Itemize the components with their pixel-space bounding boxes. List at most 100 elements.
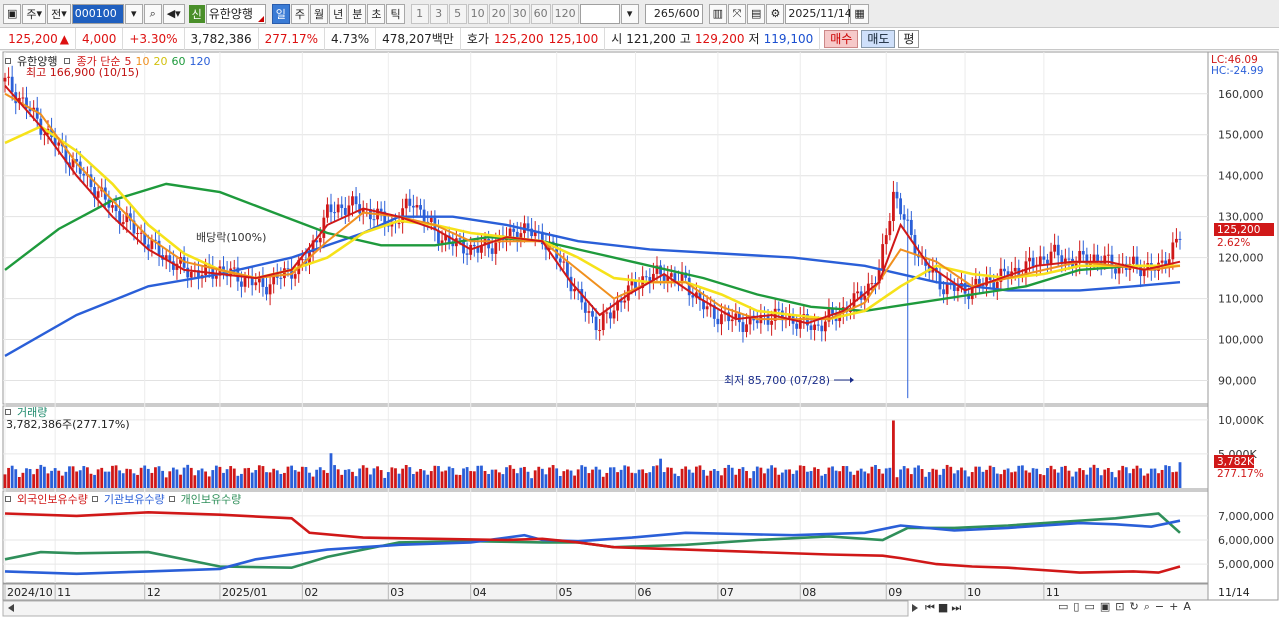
candle-body	[755, 320, 759, 324]
window-icon[interactable]: ▣	[3, 3, 22, 24]
calendar-icon[interactable]: ▦	[850, 3, 869, 24]
tile-icon[interactable]: ▣	[1100, 600, 1110, 614]
gear-icon[interactable]: ⚙	[766, 3, 785, 24]
x-tick-label: 11	[57, 586, 71, 599]
volume-bar	[211, 470, 215, 488]
minute-30[interactable]: 30	[509, 3, 530, 24]
institution-legend-box-icon[interactable]	[91, 496, 98, 502]
volume-bar	[766, 468, 770, 488]
code-dropdown-icon[interactable]: ▾	[124, 3, 143, 24]
candle-body	[605, 312, 609, 314]
volume-bar	[612, 467, 616, 488]
minute-5[interactable]: 5	[448, 3, 467, 24]
chart-area[interactable]: 160,000 150,000 140,000 130,000 120,000 110,0…	[0, 51, 1279, 621]
minute-dropdown-icon[interactable]: ▾	[620, 3, 639, 24]
cross-tool-icon[interactable]: ⤧	[727, 3, 746, 24]
volume-bar	[892, 420, 895, 488]
stop-icon[interactable]: ■	[938, 601, 948, 615]
volume-bar	[548, 467, 551, 488]
layout-icon[interactable]: ▭	[1058, 600, 1068, 614]
avg-button[interactable]: 평	[898, 29, 920, 48]
minute-120[interactable]: 120	[551, 3, 579, 24]
candle-icon[interactable]: ▥	[708, 3, 727, 24]
date-input[interactable]: 2025/11/14	[785, 3, 852, 24]
chart-svg[interactable]: 160,000 150,000 140,000 130,000 120,000 110,0…	[0, 51, 1279, 621]
volume-bar	[483, 470, 487, 488]
zoom-in-icon[interactable]: +	[1169, 600, 1178, 614]
candle-body	[1132, 256, 1135, 264]
price-panel[interactable]	[2, 51, 1209, 405]
stock-code-input[interactable]: 000100	[71, 3, 124, 24]
volume-bar	[290, 465, 293, 488]
zoom-icon[interactable]: ⌕	[1144, 600, 1150, 614]
ma-legend-box-icon[interactable]	[64, 58, 71, 64]
bid-value: 125,100	[548, 31, 599, 46]
tab-period-tick[interactable]: 틱	[386, 3, 405, 24]
main-tab[interactable]: 주 ▾	[22, 3, 47, 24]
minute-60[interactable]: 60	[530, 3, 551, 24]
minute-custom-input[interactable]	[579, 3, 620, 24]
split-icon[interactable]: ▯	[1073, 600, 1079, 614]
volume-bar	[17, 476, 21, 488]
price-legend-box-icon[interactable]	[5, 58, 11, 64]
candle-body	[336, 204, 340, 213]
low-label: 저	[748, 32, 760, 46]
volume-bar	[1071, 476, 1074, 488]
volume-bar	[189, 467, 193, 488]
volume-bar	[1017, 465, 1021, 488]
speaker-icon[interactable]: ◀▾	[162, 3, 185, 24]
chart-scrollbar[interactable]	[2, 600, 909, 617]
individual-legend-box-icon[interactable]	[168, 496, 175, 502]
volume-bar	[834, 470, 838, 488]
volume-bar	[1160, 469, 1164, 488]
legend-ma5: 5	[124, 54, 132, 68]
volume-bar	[1031, 468, 1035, 488]
candle-body	[881, 244, 885, 270]
volume-bar	[852, 474, 856, 488]
refresh-icon[interactable]: ↻	[1130, 600, 1139, 614]
volume-bar	[1003, 469, 1006, 488]
search-icon[interactable]: ⌕	[143, 3, 162, 24]
count-field[interactable]: 265/600	[644, 3, 703, 24]
minute-3[interactable]: 3	[429, 3, 448, 24]
tab-period-second[interactable]: 초	[367, 3, 386, 24]
volume-bar	[204, 471, 208, 488]
stock-name-field[interactable]: 유한양행	[205, 3, 266, 24]
forward-icon[interactable]: ⏭	[951, 601, 961, 615]
candle-body	[512, 228, 516, 232]
tab-period-month[interactable]: 월	[309, 3, 329, 24]
sell-button[interactable]: 매도	[861, 29, 896, 48]
save-icon[interactable]: ▤	[746, 3, 766, 24]
font-icon[interactable]: A	[1183, 600, 1191, 614]
minute-1[interactable]: 1	[410, 3, 429, 24]
prev-button[interactable]: 전 ▾	[47, 3, 71, 24]
x-tick-label: 06	[637, 586, 651, 599]
tab-period-minute[interactable]: 분	[348, 3, 367, 24]
low-note: 최저 85,700 (07/28)	[724, 374, 830, 387]
tab-period-day[interactable]: 일	[271, 3, 290, 24]
volume-bar	[845, 466, 849, 488]
buy-button[interactable]: 매수	[824, 29, 859, 48]
rewind-icon[interactable]: ⏮	[925, 601, 935, 615]
volume-bar	[999, 474, 1003, 488]
zoom-out-icon[interactable]: −	[1155, 600, 1164, 614]
price-tick-label: 110,000	[1218, 293, 1264, 306]
volume-legend-box-icon[interactable]	[5, 409, 11, 415]
quote-volume: 3,782,386	[185, 27, 259, 50]
tab-period-week[interactable]: 주	[290, 3, 309, 24]
candle-body	[863, 295, 867, 300]
minute-20[interactable]: 20	[488, 3, 509, 24]
candle-body	[809, 325, 813, 330]
volume-bar	[977, 466, 981, 488]
panel-icon[interactable]: ▭	[1084, 600, 1094, 614]
volume-bar	[64, 471, 68, 488]
scroll-right-icon[interactable]	[912, 604, 918, 612]
fit-icon[interactable]: ⊡	[1115, 600, 1124, 614]
foreign-legend-box-icon[interactable]	[5, 496, 11, 502]
minute-10[interactable]: 10	[467, 3, 488, 24]
candle-body	[10, 76, 14, 93]
tab-period-year[interactable]: 년	[329, 3, 348, 24]
price-legend: 유한양행 종가 단순 5 10 20 60 120	[5, 53, 210, 69]
volume-bar	[426, 474, 430, 488]
x-tick-label: 08	[802, 586, 816, 599]
